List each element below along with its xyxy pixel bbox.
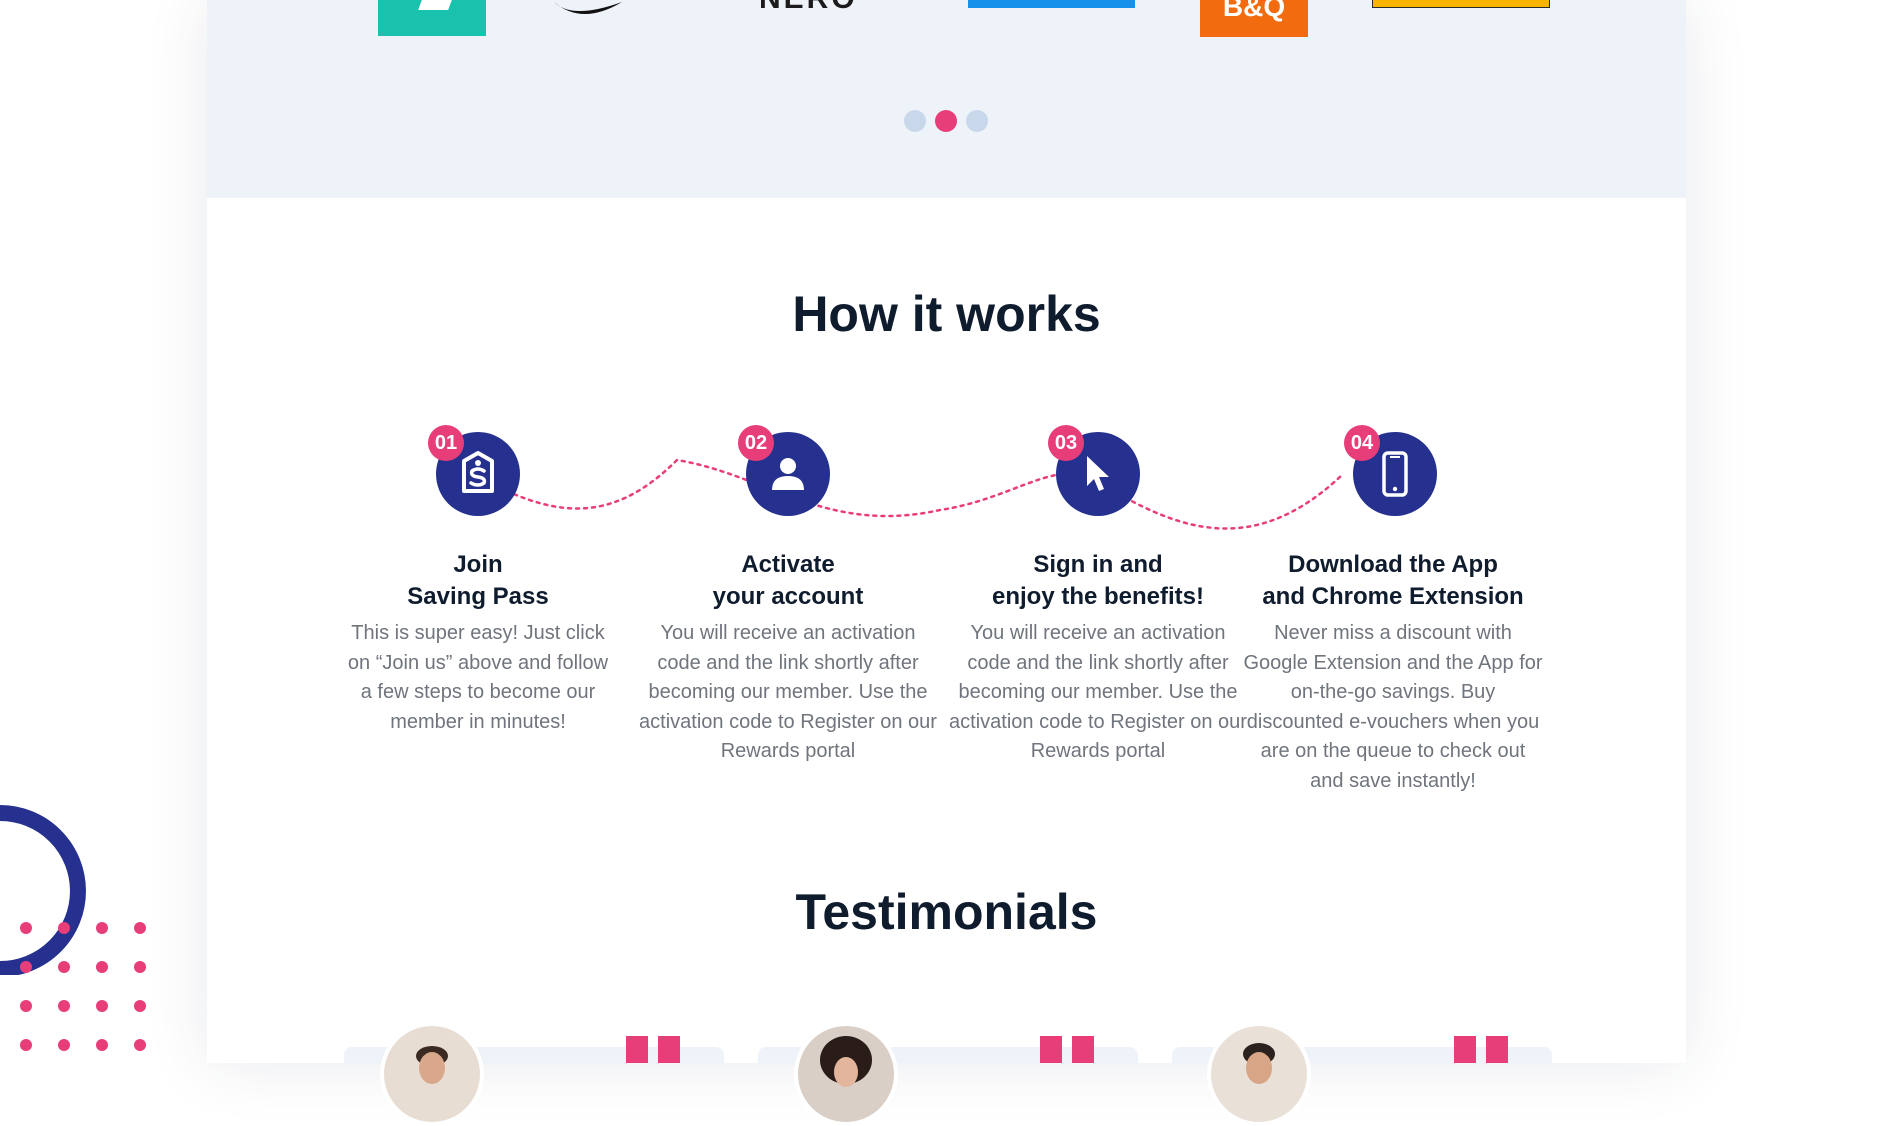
step-2-title: Activate your account	[712, 551, 864, 610]
carousel-dot-1[interactable]	[904, 110, 926, 132]
step-3: Sign in and enjoy the benefits! You will…	[948, 549, 1248, 767]
testimonial-3-avatar	[1207, 1022, 1311, 1126]
step-1-title: Join Saving Pass	[407, 551, 549, 610]
page-card: NERO B&Q How it works 01 02 03	[207, 0, 1686, 1126]
brand-logo-bq[interactable]: B&Q	[1200, 0, 1308, 37]
carousel-dot-2[interactable]	[935, 110, 957, 132]
steps-connector-wave	[469, 458, 1344, 530]
step-4-number-badge: 04	[1344, 425, 1380, 461]
how-it-works-heading: How it works	[792, 286, 1101, 342]
shield-lock-icon	[462, 451, 494, 493]
testimonial-2-quote-icon	[1040, 1036, 1094, 1063]
brand-logo-nero-text: NERO	[759, 0, 929, 14]
carousel-pagination	[904, 110, 988, 132]
carousel-dot-3[interactable]	[966, 110, 988, 132]
decorative-dot-grid	[20, 922, 146, 1051]
testimonial-3-quote-icon	[1454, 1036, 1508, 1063]
step-1-number-badge: 01	[428, 425, 464, 461]
brand-logos-band: NERO B&Q	[207, 0, 1686, 198]
testimonial-1-quote-icon	[626, 1036, 680, 1063]
step-1-description: This is super easy! Just click on “Join …	[347, 622, 609, 733]
step-4: Download the App and Chrome Extension Ne…	[1243, 549, 1543, 796]
step-3-number-badge: 03	[1048, 425, 1084, 461]
user-icon	[772, 458, 804, 490]
brand-logo-nero[interactable]: NERO	[759, 0, 929, 14]
step-3-description: You will receive an activation code and …	[949, 622, 1247, 762]
brand-logo-swoosh[interactable]	[552, 0, 624, 18]
step-2-number-badge: 02	[738, 425, 774, 461]
step-4-description: Never miss a discount with Google Extens…	[1243, 622, 1543, 792]
step-3-title: Sign in and enjoy the benefits!	[991, 551, 1205, 610]
testimonial-1-avatar	[380, 1022, 484, 1126]
testimonial-2-avatar	[794, 1022, 898, 1126]
testimonials-heading: Testimonials	[795, 884, 1098, 940]
brand-logo-bq-text: B&Q	[1222, 0, 1286, 22]
step-2-description: You will receive an activation code and …	[639, 622, 937, 762]
smartphone-icon	[1382, 451, 1408, 497]
brand-logo-teal[interactable]	[378, 0, 486, 36]
brand-logo-yellow[interactable]	[1372, 0, 1550, 8]
step-4-title: Download the App and Chrome Extension	[1262, 551, 1524, 610]
step-1: Join Saving Pass This is super easy! Jus…	[328, 549, 628, 737]
step-2: Activate your account You will receive a…	[638, 549, 938, 767]
cursor-icon	[1087, 456, 1109, 491]
brand-logo-blue[interactable]	[968, 0, 1135, 8]
